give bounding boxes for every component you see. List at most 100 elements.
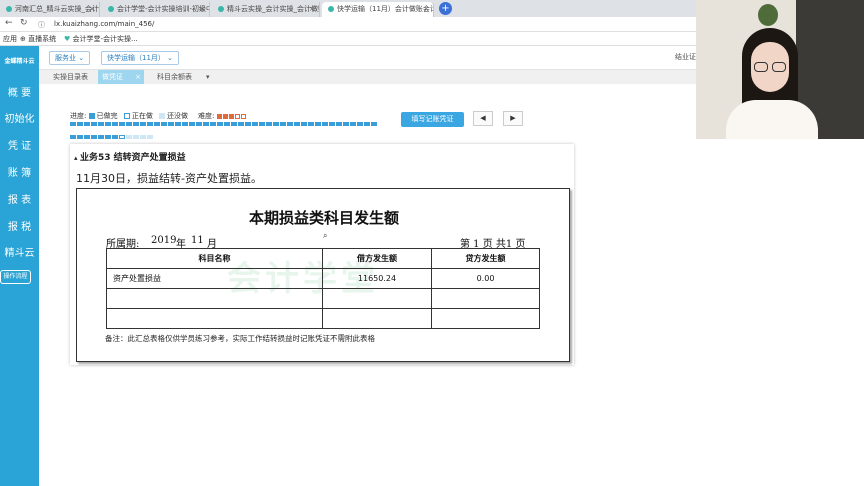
table-cell xyxy=(322,288,432,309)
progress-step[interactable] xyxy=(168,122,174,126)
progress-step[interactable] xyxy=(147,122,153,126)
progress-step[interactable] xyxy=(70,122,76,126)
bookmark-item[interactable]: ⊕ 直播系统 xyxy=(20,32,56,46)
progress-step[interactable] xyxy=(161,122,167,126)
progress-step[interactable] xyxy=(245,122,251,126)
sidebar-item-jingdouyun[interactable]: 精斗云 xyxy=(0,244,39,259)
progress-step[interactable] xyxy=(119,122,125,126)
close-tab-icon[interactable]: × xyxy=(89,2,95,17)
browser-tab[interactable]: 精斗云实操_会计实操_会计做账...× xyxy=(212,2,320,17)
progress-step[interactable] xyxy=(182,122,188,126)
progress-step[interactable] xyxy=(119,135,125,139)
progress-step[interactable] xyxy=(91,122,97,126)
progress-step[interactable] xyxy=(77,135,83,139)
progress-step[interactable] xyxy=(322,122,328,126)
reload-icon[interactable]: ↻ xyxy=(20,18,28,28)
progress-step[interactable] xyxy=(70,135,76,139)
progress-step[interactable] xyxy=(91,135,97,139)
tab-practice-catalog[interactable]: 实操目录表 xyxy=(49,70,92,84)
progress-step[interactable] xyxy=(84,135,90,139)
close-tab-icon[interactable]: × xyxy=(199,2,205,17)
bookmark-favicon-icon: ♥ xyxy=(64,35,73,43)
progress-step[interactable] xyxy=(133,122,139,126)
industry-dropdown[interactable]: 服务业 ⌄ xyxy=(49,51,91,65)
sidebar-item-init[interactable]: 初始化 xyxy=(0,110,39,125)
progress-step[interactable] xyxy=(98,122,104,126)
bookmark-apps[interactable]: 应用 xyxy=(3,32,17,46)
progress-step[interactable] xyxy=(84,122,90,126)
progress-step[interactable] xyxy=(210,122,216,126)
period-year: 2019 xyxy=(151,235,177,246)
info-icon[interactable]: ⓘ xyxy=(38,20,45,30)
progress-step[interactable] xyxy=(371,122,377,126)
progress-step[interactable] xyxy=(287,122,293,126)
close-tab-icon[interactable]: × xyxy=(309,2,315,17)
sidebar-item-tax[interactable]: 报 税 xyxy=(0,218,39,233)
progress-step[interactable] xyxy=(217,122,223,126)
progress-step[interactable] xyxy=(133,135,139,139)
progress-step[interactable] xyxy=(364,122,370,126)
progress-step[interactable] xyxy=(140,135,146,139)
sidebar-item-report[interactable]: 报 表 xyxy=(0,191,39,206)
progress-step[interactable] xyxy=(147,135,153,139)
url-input[interactable]: lx.kuaizhang.com/main_456/ xyxy=(54,19,694,30)
browser-tab[interactable]: 会计学堂-会计实操培训-初级中级...× xyxy=(102,2,210,17)
operation-flow-button[interactable]: 操作流程 xyxy=(0,270,31,284)
progress-step[interactable] xyxy=(266,122,272,126)
browser-tab-active[interactable]: 快学运输（11月）会计做账会计... × xyxy=(322,2,434,17)
progress-step[interactable] xyxy=(126,122,132,126)
progress-step[interactable] xyxy=(301,122,307,126)
progress-step[interactable] xyxy=(154,122,160,126)
fill-voucher-button[interactable]: 填写记账凭证 xyxy=(401,112,464,127)
progress-step[interactable] xyxy=(343,122,349,126)
progress-step[interactable] xyxy=(252,122,258,126)
progress-step[interactable] xyxy=(196,122,202,126)
progress-step[interactable] xyxy=(329,122,335,126)
progress-step[interactable] xyxy=(112,135,118,139)
tab-account-balance[interactable]: 科目余额表 xyxy=(153,70,196,84)
sidebar-item-overview[interactable]: 概 要 xyxy=(0,84,39,99)
progress-step[interactable] xyxy=(259,122,265,126)
sidebar-item-voucher[interactable]: 凭 证 xyxy=(0,137,39,152)
progress-step[interactable] xyxy=(273,122,279,126)
certificate-link[interactable]: 结业证 xyxy=(675,52,696,62)
new-tab-button[interactable]: + xyxy=(439,2,452,15)
progress-step[interactable] xyxy=(189,122,195,126)
site-favicon-icon xyxy=(6,6,12,12)
company-dropdown[interactable]: 快学运输（11月） ⌄ xyxy=(101,51,180,65)
progress-step[interactable] xyxy=(105,135,111,139)
progress-step[interactable] xyxy=(98,135,104,139)
progress-step[interactable] xyxy=(308,122,314,126)
tabs-menu-caret-icon[interactable]: ▾ xyxy=(202,70,214,84)
progress-step[interactable] xyxy=(350,122,356,126)
progress-step[interactable] xyxy=(203,122,209,126)
progress-step[interactable] xyxy=(126,135,132,139)
doing-legend-icon xyxy=(123,113,130,119)
progress-step[interactable] xyxy=(105,122,111,126)
progress-step[interactable] xyxy=(224,122,230,126)
next-button[interactable]: ▶ xyxy=(503,111,523,126)
close-icon[interactable]: × xyxy=(135,70,141,84)
progress-step[interactable] xyxy=(336,122,342,126)
magnifier-cursor-icon: ⌕ xyxy=(323,231,328,240)
prev-button[interactable]: ◀ xyxy=(473,111,493,126)
close-tab-icon[interactable]: × xyxy=(423,2,429,17)
progress-step[interactable] xyxy=(77,122,83,126)
tab-make-voucher[interactable]: 做凭证 × xyxy=(98,70,144,84)
progress-step[interactable] xyxy=(140,122,146,126)
progress-step[interactable] xyxy=(357,122,363,126)
progress-step[interactable] xyxy=(315,122,321,126)
progress-step[interactable] xyxy=(238,122,244,126)
back-icon[interactable]: ← xyxy=(5,18,13,28)
progress-step[interactable] xyxy=(280,122,286,126)
bookmark-item[interactable]: ♥ 会计学堂-会计实操... xyxy=(64,32,138,46)
difficulty-star-icon xyxy=(240,113,246,119)
sidebar-item-ledger[interactable]: 账 簿 xyxy=(0,164,39,179)
table-cell: 资产处置损益 xyxy=(106,268,323,289)
progress-step[interactable] xyxy=(294,122,300,126)
progress-step[interactable] xyxy=(112,122,118,126)
progress-step[interactable] xyxy=(175,122,181,126)
table-cell xyxy=(106,308,323,329)
progress-step[interactable] xyxy=(231,122,237,126)
browser-tab[interactable]: 河南汇总_精斗云实操_会计实战...× xyxy=(0,2,100,17)
